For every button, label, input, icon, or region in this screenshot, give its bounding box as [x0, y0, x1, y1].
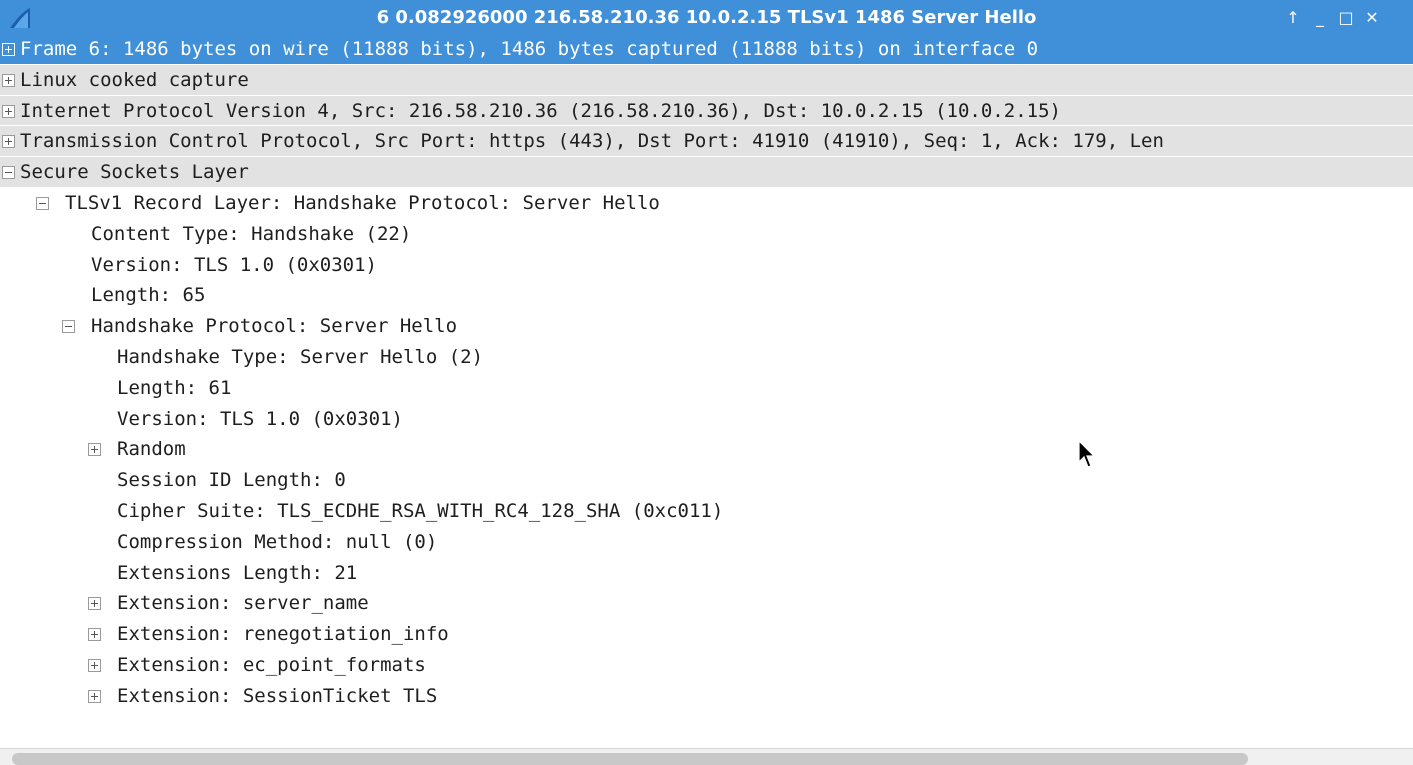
- tree-row-label: TLSv1 Record Layer: Handshake Protocol: …: [65, 191, 660, 214]
- expand-icon[interactable]: [88, 628, 101, 642]
- tree-row-label: Frame 6: 1486 bytes on wire (11888 bits)…: [20, 38, 1039, 60]
- window-title: 6 0.082926000 216.58.210.36 10.0.2.15 TL…: [376, 7, 1037, 28]
- tree-row-ipv4[interactable]: Internet Protocol Version 4, Src: 216.58…: [0, 95, 1413, 127]
- tree-row-label: Random: [117, 438, 186, 461]
- minimize-button[interactable]: _: [1310, 7, 1330, 29]
- packet-details-tree: Frame 6: 1486 bytes on wire (11888 bits)…: [0, 34, 1413, 712]
- maximize-button[interactable]: □: [1336, 7, 1356, 29]
- horizontal-scrollbar[interactable]: [0, 748, 1413, 765]
- tree-row-cipher-suite[interactable]: Cipher Suite: TLS_ECDHE_RSA_WITH_RC4_128…: [0, 496, 1413, 527]
- tree-row-extension-renegotiation-info[interactable]: Extension: renegotiation_info: [0, 619, 1413, 650]
- tree-row-label: Session ID Length: 0: [117, 469, 346, 492]
- tree-row-extension-ec-point-formats[interactable]: Extension: ec_point_formats: [0, 650, 1413, 681]
- tree-row-label: Length: 65: [91, 284, 206, 307]
- tree-row-extension-sessionticket[interactable]: Extension: SessionTicket TLS: [0, 681, 1413, 712]
- tree-row-label: Extensions Length: 21: [117, 561, 358, 584]
- tree-row-label: Handshake Protocol: Server Hello: [91, 315, 458, 338]
- close-button[interactable]: ✕: [1362, 7, 1382, 29]
- tree-row-label: Version: TLS 1.0 (0x0301): [91, 253, 377, 276]
- mouse-pointer-icon: [1078, 440, 1096, 468]
- tree-row-label: Extension: renegotiation_info: [117, 623, 449, 646]
- tree-row-label: Version: TLS 1.0 (0x0301): [117, 407, 403, 430]
- tree-row-label: Cipher Suite: TLS_ECDHE_RSA_WITH_RC4_128…: [117, 499, 724, 522]
- tree-row-label: Length: 61: [117, 376, 232, 399]
- tree-row-handshake-type[interactable]: Handshake Type: Server Hello (2): [0, 342, 1413, 373]
- tree-row-label: Secure Sockets Layer: [20, 161, 249, 184]
- tree-row-label: Content Type: Handshake (22): [91, 222, 412, 245]
- tree-row-label: Compression Method: null (0): [117, 530, 438, 553]
- expand-icon[interactable]: [2, 73, 15, 87]
- tree-row-content-type[interactable]: Content Type: Handshake (22): [0, 219, 1413, 250]
- tree-row-handshake-protocol[interactable]: Handshake Protocol: Server Hello: [0, 311, 1413, 342]
- tree-row-label: Extension: ec_point_formats: [117, 653, 426, 676]
- tree-row-record-version[interactable]: Version: TLS 1.0 (0x0301): [0, 250, 1413, 281]
- tree-row-frame[interactable]: Frame 6: 1486 bytes on wire (11888 bits)…: [0, 34, 1413, 65]
- keep-above-button[interactable]: ↑: [1283, 7, 1303, 29]
- tree-row-label: Extension: server_name: [117, 592, 369, 615]
- tree-row-compression-method[interactable]: Compression Method: null (0): [0, 527, 1413, 558]
- tree-row-tls-record-layer[interactable]: TLSv1 Record Layer: Handshake Protocol: …: [0, 188, 1413, 219]
- tree-row-random[interactable]: Random: [0, 434, 1413, 465]
- expand-icon[interactable]: [88, 689, 101, 703]
- expand-icon[interactable]: [2, 135, 15, 149]
- tree-row-extensions-length[interactable]: Extensions Length: 21: [0, 558, 1413, 589]
- expand-icon[interactable]: [2, 43, 15, 56]
- expand-icon[interactable]: [88, 597, 101, 611]
- tree-row-linux-cooked-capture[interactable]: Linux cooked capture: [0, 64, 1413, 96]
- collapse-icon[interactable]: [2, 166, 15, 180]
- tree-row-tcp[interactable]: Transmission Control Protocol, Src Port:…: [0, 126, 1413, 158]
- tree-row-session-id-length[interactable]: Session ID Length: 0: [0, 465, 1413, 496]
- tree-row-handshake-length[interactable]: Length: 61: [0, 373, 1413, 404]
- expand-icon[interactable]: [2, 104, 15, 118]
- tree-row-label: Linux cooked capture: [20, 68, 249, 91]
- horizontal-scrollbar-thumb[interactable]: [12, 753, 1248, 765]
- collapse-icon[interactable]: [36, 196, 49, 210]
- tree-row-label: Transmission Control Protocol, Src Port:…: [20, 130, 1164, 153]
- window-titlebar[interactable]: 6 0.082926000 216.58.210.36 10.0.2.15 TL…: [0, 0, 1413, 36]
- tree-row-label: Internet Protocol Version 4, Src: 216.58…: [20, 99, 1061, 122]
- tree-row-label: Extension: SessionTicket TLS: [117, 684, 438, 707]
- tree-row-extension-server-name[interactable]: Extension: server_name: [0, 588, 1413, 619]
- expand-icon[interactable]: [88, 658, 101, 672]
- tree-row-handshake-version[interactable]: Version: TLS 1.0 (0x0301): [0, 404, 1413, 435]
- collapse-icon[interactable]: [62, 320, 75, 334]
- tree-row-ssl[interactable]: Secure Sockets Layer: [0, 157, 1413, 188]
- expand-icon[interactable]: [88, 443, 101, 457]
- tree-row-record-length[interactable]: Length: 65: [0, 280, 1413, 311]
- tree-row-label: Handshake Type: Server Hello (2): [117, 345, 484, 368]
